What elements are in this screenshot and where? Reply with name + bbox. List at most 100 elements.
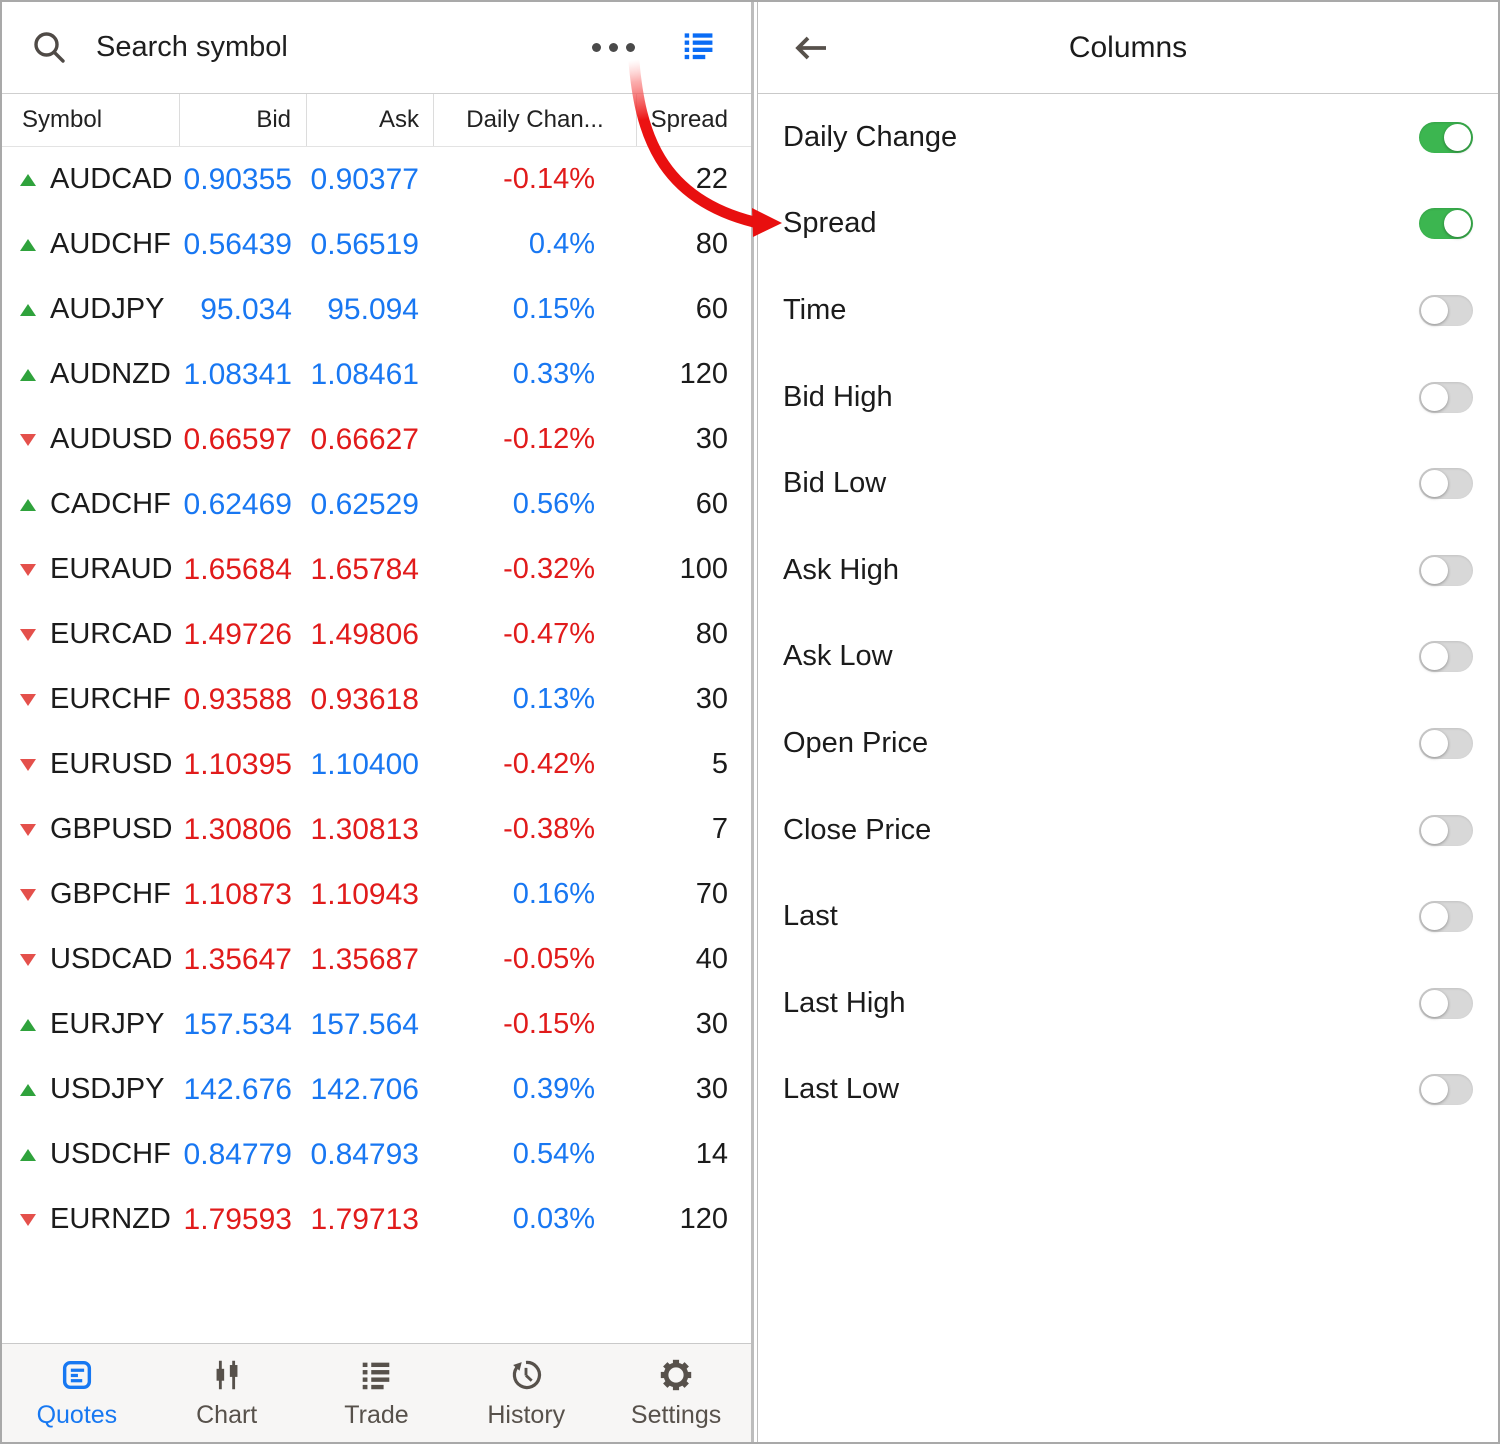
table-row[interactable]: AUDCAD0.903550.90377-0.14%22: [2, 147, 751, 212]
table-row[interactable]: GBPUSD1.308061.30813-0.38%7: [2, 797, 751, 862]
table-row[interactable]: CADCHF0.624690.625290.56%60: [2, 472, 751, 537]
table-row[interactable]: EURNZD1.795931.797130.03%120: [2, 1187, 751, 1252]
nav-quotes[interactable]: Quotes: [22, 1356, 132, 1430]
symbol-name: AUDCHF: [50, 228, 171, 261]
table-row[interactable]: EURUSD1.103951.10400-0.42%5: [2, 732, 751, 797]
spread-value: 100: [637, 553, 751, 586]
search-input[interactable]: Search symbol: [2, 2, 751, 94]
symbol-cell: AUDUSD: [2, 423, 180, 456]
spread-value: 80: [637, 228, 751, 261]
daily-change-value: 0.4%: [434, 228, 637, 261]
table-row[interactable]: EURCHF0.935880.936180.13%30: [2, 667, 751, 732]
symbol-name: AUDUSD: [50, 423, 172, 456]
table-row[interactable]: EURAUD1.656841.65784-0.32%100: [2, 537, 751, 602]
column-label: Bid Low: [783, 467, 886, 500]
table-row[interactable]: AUDJPY95.03495.0940.15%60: [2, 277, 751, 342]
bid-value: 0.93588: [180, 683, 307, 717]
toggle-bid-high[interactable]: [1419, 382, 1473, 413]
table-row[interactable]: AUDCHF0.564390.565190.4%80: [2, 212, 751, 277]
column-row-bid-high: Bid High: [758, 354, 1498, 441]
ask-value: 0.66627: [307, 423, 434, 457]
table-row[interactable]: USDCHF0.847790.847930.54%14: [2, 1122, 751, 1187]
spread-value: 120: [637, 1203, 751, 1236]
toggle-knob: [1421, 1076, 1448, 1103]
table-row[interactable]: AUDUSD0.665970.66627-0.12%30: [2, 407, 751, 472]
symbol-cell: AUDJPY: [2, 293, 180, 326]
table-row[interactable]: USDJPY142.676142.7060.39%30: [2, 1057, 751, 1122]
toggle-open-price[interactable]: [1419, 728, 1473, 759]
ask-value: 1.10943: [307, 878, 434, 912]
toggle-close-price[interactable]: [1419, 815, 1473, 846]
down-triangle-icon: [20, 434, 36, 446]
nav-history[interactable]: History: [471, 1356, 581, 1430]
symbol-name: EURUSD: [50, 748, 172, 781]
bid-value: 1.35647: [180, 943, 307, 977]
quotes-panel: Search symbol Symbol Bi: [2, 2, 754, 1442]
toggle-spread[interactable]: [1419, 208, 1473, 239]
toggle-knob: [1421, 817, 1448, 844]
nav-trade[interactable]: Trade: [321, 1356, 431, 1430]
toggle-ask-high[interactable]: [1419, 555, 1473, 586]
toggle-knob: [1421, 903, 1448, 930]
quotes-rows: AUDCAD0.903550.90377-0.14%22AUDCHF0.5643…: [2, 147, 751, 1252]
back-button[interactable]: [792, 30, 830, 71]
down-triangle-icon: [20, 824, 36, 836]
column-label: Last: [783, 900, 838, 933]
spread-value: 40: [637, 943, 751, 976]
column-row-last: Last: [758, 873, 1498, 960]
toggle-time[interactable]: [1419, 295, 1473, 326]
symbol-name: AUDCAD: [50, 163, 172, 196]
up-triangle-icon: [20, 499, 36, 511]
down-triangle-icon: [20, 889, 36, 901]
symbol-name: EURCHF: [50, 683, 171, 716]
symbol-cell: EURAUD: [2, 553, 180, 586]
toggle-ask-low[interactable]: [1419, 641, 1473, 672]
bid-value: 1.08341: [180, 358, 307, 392]
columns-header: Columns: [758, 2, 1498, 94]
table-row[interactable]: GBPCHF1.108731.109430.16%70: [2, 862, 751, 927]
spread-value: 14: [637, 1138, 751, 1171]
daily-change-value: -0.47%: [434, 618, 637, 651]
toggle-bid-low[interactable]: [1419, 468, 1473, 499]
down-triangle-icon: [20, 694, 36, 706]
column-label: Last High: [783, 987, 906, 1020]
toggle-knob: [1421, 297, 1448, 324]
daily-change-value: 0.16%: [434, 878, 637, 911]
more-menu-button[interactable]: [582, 33, 645, 62]
toggle-last-low[interactable]: [1419, 1074, 1473, 1105]
symbol-cell: GBPCHF: [2, 878, 180, 911]
spread-value: 7: [637, 813, 751, 846]
chart-icon: [208, 1356, 246, 1394]
bid-value: 0.66597: [180, 423, 307, 457]
bid-value: 0.90355: [180, 163, 307, 197]
ask-value: 1.08461: [307, 358, 434, 392]
header-spread: Spread: [637, 94, 751, 146]
table-row[interactable]: EURJPY157.534157.564-0.15%30: [2, 992, 751, 1057]
nav-chart[interactable]: Chart: [172, 1356, 282, 1430]
nav-settings[interactable]: Settings: [621, 1356, 731, 1430]
list-view-button[interactable]: [675, 22, 723, 73]
column-row-spread: Spread: [758, 181, 1498, 268]
ask-value: 0.90377: [307, 163, 434, 197]
symbol-cell: EURUSD: [2, 748, 180, 781]
nav-label: Settings: [631, 1401, 721, 1430]
toggle-last-high[interactable]: [1419, 988, 1473, 1019]
table-row[interactable]: EURCAD1.497261.49806-0.47%80: [2, 602, 751, 667]
ask-value: 1.35687: [307, 943, 434, 977]
table-row[interactable]: USDCAD1.356471.35687-0.05%40: [2, 927, 751, 992]
nav-label: Trade: [344, 1401, 408, 1430]
down-triangle-icon: [20, 759, 36, 771]
bid-value: 95.034: [180, 293, 307, 327]
search-icon: [32, 30, 68, 66]
column-label: Close Price: [783, 814, 931, 847]
bid-value: 1.10873: [180, 878, 307, 912]
toggle-daily-change[interactable]: [1419, 122, 1473, 153]
spread-value: 60: [637, 293, 751, 326]
header-symbol: Symbol: [2, 94, 180, 146]
toggle-last[interactable]: [1419, 901, 1473, 932]
ask-value: 157.564: [307, 1008, 434, 1042]
spread-value: 80: [637, 618, 751, 651]
down-triangle-icon: [20, 629, 36, 641]
table-row[interactable]: AUDNZD1.083411.084610.33%120: [2, 342, 751, 407]
dot-icon: [626, 43, 635, 52]
